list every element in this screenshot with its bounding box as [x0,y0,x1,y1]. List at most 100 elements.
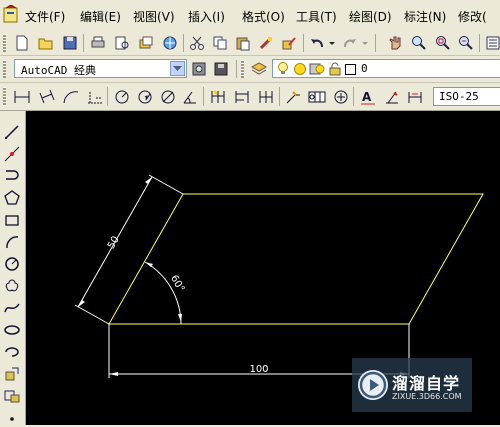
circle-icon[interactable] [3,255,21,273]
toolbar-grip[interactable] [3,60,6,78]
angular-dimension-icon[interactable] [181,88,199,106]
pan-icon[interactable] [386,34,404,52]
aligned-dimension-icon[interactable] [38,88,56,106]
toolbar-grip[interactable] [3,34,6,52]
menu-view[interactable]: 视图(V) [133,8,175,25]
quick-leader-icon[interactable] [284,88,302,106]
cut-icon[interactable] [188,34,206,52]
polyline-icon[interactable] [3,167,21,185]
publish-icon[interactable] [137,34,155,52]
workspace-layer-toolbar: AutoCAD 经典 0 [0,56,500,83]
menu-file[interactable]: 文件(F) [25,8,65,25]
open-file-icon[interactable] [37,34,55,52]
toolbar-grip[interactable] [3,87,6,106]
dimension-style-value: ISO-25 [439,90,479,103]
redo-icon[interactable] [341,34,359,52]
diameter-dimension-icon[interactable] [159,88,177,106]
arc-icon[interactable] [3,233,21,251]
parallelogram-shape[interactable] [108,193,484,325]
dimension-update-icon[interactable] [406,88,424,106]
workspace-select[interactable]: AutoCAD 经典 [14,59,187,78]
properties-icon[interactable] [484,34,500,52]
side-dimension[interactable]: 50 [74,174,184,325]
save-workspace-icon[interactable] [212,60,230,78]
dimension-edit-icon[interactable]: A [359,88,377,106]
construction-line-icon[interactable] [3,145,21,163]
revision-cloud-icon[interactable] [3,277,21,295]
ellipse-icon[interactable] [3,321,21,339]
toolbar-grip[interactable] [241,60,244,78]
radius-dimension-icon[interactable] [113,88,131,106]
watermark-title: 溜溜自学 [392,374,461,393]
make-block-icon[interactable] [3,387,21,405]
menu-bar: 文件(F) 编辑(E) 视图(V) 插入(I) 格式(O) 工具(T) 绘图(D… [0,0,500,32]
center-mark-icon[interactable] [332,88,350,106]
print-icon[interactable] [89,34,107,52]
copy-icon[interactable] [211,34,229,52]
standard-toolbar [0,31,500,56]
separator [183,34,184,52]
layer-thaw-icon[interactable] [293,62,307,79]
workspace-settings-icon[interactable] [190,60,208,78]
continue-dimension-icon[interactable] [257,88,275,106]
layer-select[interactable]: 0 [272,59,500,78]
layer-viewport-thaw-icon[interactable] [309,62,325,79]
dimension-style-select[interactable]: ISO-25 [433,87,500,106]
dimension-text-edit-icon[interactable] [383,88,401,106]
arc-length-dimension-icon[interactable] [62,88,80,106]
svg-text:A: A [362,90,372,104]
rectangle-icon[interactable] [3,211,21,229]
menu-tools[interactable]: 工具(T) [296,8,337,25]
undo-icon[interactable] [308,34,326,52]
redo-dropdown-icon[interactable] [360,34,370,52]
workspace-value: AutoCAD 经典 [21,64,96,77]
layer-lock-icon[interactable] [328,62,342,79]
autocad-app-icon[interactable] [3,5,19,23]
menu-modify[interactable]: 修改( [458,8,487,25]
polygon-icon[interactable] [3,189,21,207]
angle-label: 60° [168,273,186,294]
paste-icon[interactable] [234,34,252,52]
3d-dwf-icon[interactable] [161,34,179,52]
zoom-window-icon[interactable] [434,34,452,52]
point-icon[interactable] [3,409,21,427]
layer-properties-manager-icon[interactable] [250,60,268,78]
menu-edit[interactable]: 编辑(E) [80,8,121,25]
arrowhead [145,177,152,184]
zoom-realtime-icon[interactable] [410,34,428,52]
quick-dimension-icon[interactable] [209,88,227,106]
block-editor-icon[interactable] [280,34,298,52]
layer-color-swatch[interactable] [345,64,356,75]
arrowhead [109,372,118,376]
watermark: 溜溜自学 ZIXUE.3D66.COM [352,358,472,412]
line-icon[interactable] [3,123,21,141]
ordinate-dimension-icon[interactable] [86,88,104,106]
ellipse-arc-icon[interactable] [3,343,21,361]
layer-on-icon[interactable] [276,61,290,79]
menu-dimension[interactable]: 标注(N) [404,8,446,25]
separator [479,34,480,52]
save-icon[interactable] [61,34,79,52]
menu-draw[interactable]: 绘图(D) [349,8,392,25]
menu-format[interactable]: 格式(O) [242,8,285,25]
separator [83,34,84,52]
menu-insert[interactable]: 插入(I) [188,8,225,25]
chevron-down-icon[interactable] [170,61,185,76]
insert-block-icon[interactable] [3,365,21,383]
angle-dimension[interactable]: 60° [144,261,186,325]
separator [353,87,354,106]
new-file-icon[interactable] [13,34,31,52]
zoom-previous-icon[interactable] [457,34,475,52]
draw-toolbar [0,111,26,425]
baseline-dimension-icon[interactable] [233,88,251,106]
print-preview-icon[interactable] [113,34,131,52]
linear-dimension-icon[interactable] [13,88,31,106]
tolerance-icon[interactable] [308,88,326,106]
dimension-toolbar: A ISO-25 [0,83,500,111]
jogged-dimension-icon[interactable] [136,88,154,106]
spline-icon[interactable] [3,299,21,317]
angle-arc [144,261,182,325]
match-properties-icon[interactable] [257,34,275,52]
undo-dropdown-icon[interactable] [327,34,337,52]
extension-line [148,174,184,195]
